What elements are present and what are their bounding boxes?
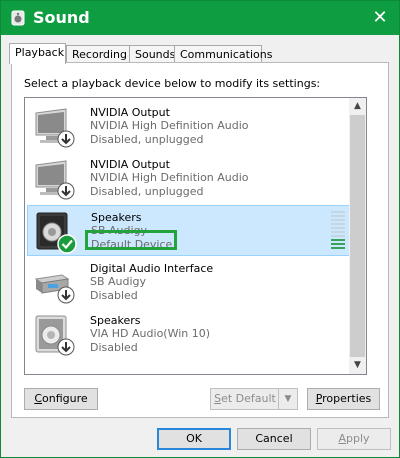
device-item-nvidia-output-1[interactable]: NVIDIA Output NVIDIA High Definition Aud… — [27, 101, 351, 152]
window-title: Sound — [33, 8, 90, 27]
digital-audio-icon — [34, 274, 75, 304]
instruction-text: Select a playback device below to modify… — [24, 77, 321, 90]
scroll-up-icon[interactable]: ▲ — [349, 98, 366, 115]
apply-button[interactable]: Apply — [317, 428, 391, 450]
cancel-button[interactable]: Cancel — [237, 428, 311, 450]
device-name: Digital Audio Interface — [90, 262, 214, 275]
tab-playback[interactable]: Playback — [9, 43, 66, 64]
device-item-nvidia-output-2[interactable]: NVIDIA Output NVIDIA High Definition Aud… — [27, 153, 351, 204]
device-driver: SB Audigy — [91, 224, 148, 237]
speaker-app-icon — [11, 10, 25, 26]
ok-button[interactable]: OK — [157, 428, 231, 450]
chevron-down-icon[interactable]: ▼ — [278, 389, 297, 409]
level-meter-segment — [331, 227, 345, 229]
level-meter-segment — [331, 211, 345, 213]
device-item-digital-audio-interface[interactable]: Digital Audio Interface SB Audigy Disabl… — [27, 257, 351, 308]
sound-dialog: Sound ✕ Playback Recording Sounds Commun… — [0, 0, 400, 458]
device-name: NVIDIA Output — [90, 158, 170, 171]
device-list[interactable]: NVIDIA Output NVIDIA High Definition Aud… — [24, 97, 367, 375]
tab-recording[interactable]: Recording — [66, 45, 131, 63]
level-meter-segment — [331, 247, 345, 249]
level-meter-segment — [331, 215, 345, 217]
playback-panel: Select a playback device below to modify… — [11, 62, 389, 418]
volume-level-meter — [331, 209, 345, 252]
configure-label: onfigure — [42, 392, 88, 405]
device-item-speakers-via-hd-audio[interactable]: Speakers VIA HD Audio(Win 10) Disabled — [27, 309, 351, 360]
level-meter-segment — [331, 243, 345, 245]
device-name: Speakers — [90, 314, 141, 327]
device-status: Disabled — [90, 289, 138, 302]
level-meter-segment — [331, 239, 345, 241]
tab-communications[interactable]: Communications — [174, 45, 272, 63]
level-meter-segment — [331, 231, 345, 233]
device-status: Default Device — [91, 238, 173, 251]
level-meter-segment — [331, 219, 345, 221]
device-status: Disabled, unplugged — [90, 185, 204, 198]
properties-label: roperties — [322, 392, 372, 405]
scrollbar-thumb[interactable] — [350, 115, 365, 357]
device-driver: VIA HD Audio(Win 10) — [90, 327, 211, 340]
tab-sounds[interactable]: Sounds — [129, 45, 175, 63]
device-item-speakers-sb-audigy[interactable]: Speakers SB Audigy Default Device — [27, 205, 351, 256]
close-icon[interactable]: ✕ — [369, 7, 391, 29]
scroll-down-icon[interactable]: ▼ — [349, 357, 366, 374]
speaker-icon — [36, 212, 77, 254]
apply-mnemonic: A — [338, 432, 346, 445]
device-name: NVIDIA Output — [90, 106, 170, 119]
device-status: Disabled, unplugged — [90, 133, 204, 146]
title-bar[interactable]: Sound ✕ — [1, 1, 399, 35]
properties-button[interactable]: Properties — [307, 388, 380, 410]
configure-mnemonic: C — [34, 392, 43, 405]
set-default-label: et Default — [221, 392, 276, 405]
device-status: Disabled — [90, 341, 138, 354]
apply-label: pply — [346, 432, 370, 445]
device-driver: NVIDIA High Definition Audio — [90, 119, 249, 132]
monitor-icon — [35, 160, 75, 200]
speaker-icon — [35, 315, 75, 356]
level-meter-segment — [331, 223, 345, 225]
device-name: Speakers — [91, 211, 142, 224]
device-driver: SB Audigy — [90, 275, 147, 288]
monitor-icon — [35, 108, 75, 148]
configure-button[interactable]: Configure — [24, 388, 98, 410]
level-meter-segment — [331, 235, 345, 237]
set-default-button[interactable]: Set Default ▼ — [210, 388, 298, 410]
device-driver: NVIDIA High Definition Audio — [90, 171, 249, 184]
device-list-scrollbar[interactable]: ▲ ▼ — [349, 98, 366, 374]
